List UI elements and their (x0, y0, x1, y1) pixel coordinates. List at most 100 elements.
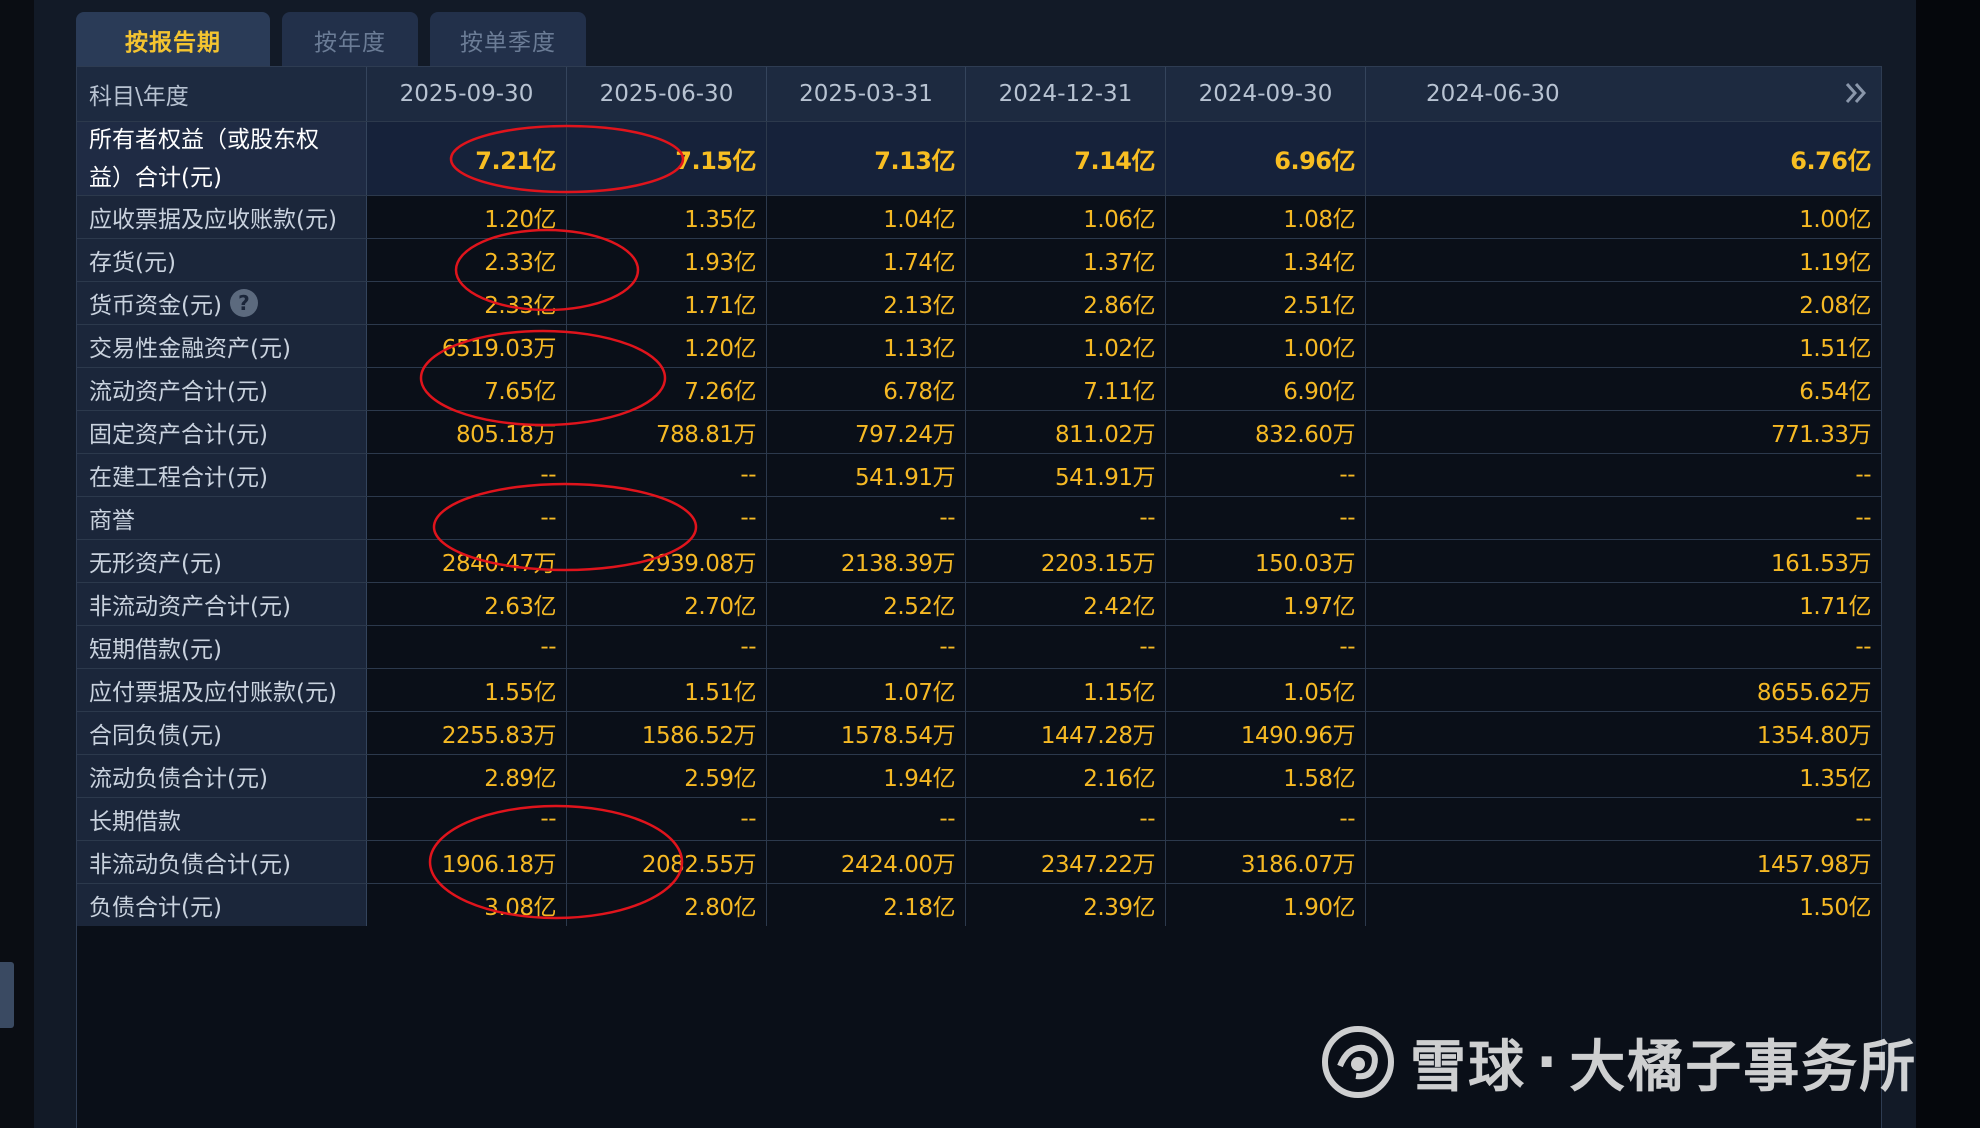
table-cell-value: -- (567, 454, 767, 496)
row-label-text: 应付票据及应付账款(元) (89, 680, 337, 706)
table-row: 非流动资产合计(元) 2.63亿 2.70亿 2.52亿 2.42亿 1.97亿 1.71亿 (77, 582, 1881, 625)
row-label[interactable]: 固定资产合计(元) (77, 411, 367, 453)
table-cell-value: 2347.22万 (966, 841, 1166, 883)
left-scroll-marker[interactable] (0, 962, 14, 1028)
table-cell-value: 2.39亿 (966, 884, 1166, 926)
row-label[interactable]: 货币资金(元)? (77, 282, 367, 324)
table-cell-value: -- (1166, 798, 1366, 840)
table-row: 合同负债(元) 2255.83万 1586.52万 1578.54万 1447.28万 1… (77, 711, 1881, 754)
row-label-text: 流动负债合计(元) (89, 766, 268, 792)
table-cell-value: 6.90亿 (1166, 368, 1366, 410)
row-label[interactable]: 交易性金融资产(元) (77, 325, 367, 367)
table-row: 存货(元) 2.33亿 1.93亿 1.74亿 1.37亿 1.34亿 1.19亿 (77, 238, 1881, 281)
table-cell-value: 1.19亿 (1799, 250, 1871, 276)
double-chevron-right-icon[interactable] (1841, 79, 1869, 107)
table-cell-value: 1.00亿 (1799, 207, 1871, 233)
row-label-text: 在建工程合计(元) (89, 465, 268, 491)
row-label-text: 存货(元) (89, 250, 176, 276)
table-cell-value: 8655.62万 (1756, 680, 1872, 706)
table-cell-value: 1447.28万 (966, 712, 1166, 754)
table-cell-value: 2939.08万 (567, 540, 767, 582)
row-label-text: 合同负债(元) (89, 723, 222, 749)
row-label[interactable]: 短期借款(元) (77, 626, 367, 668)
snowball-watermark: 雪球 · 大橘子事务所 (1320, 1022, 1917, 1102)
table-cell-value: 1.20亿 (367, 196, 567, 238)
header-date[interactable]: 2024-09-30 (1166, 67, 1366, 121)
table-cell-value: 1.13亿 (767, 325, 966, 367)
table-row: 应收票据及应收账款(元) 1.20亿 1.35亿 1.04亿 1.06亿 1.08亿 1.0… (77, 195, 1881, 238)
table-cell-value: 1.58亿 (1166, 755, 1366, 797)
table-cell-value: 7.14亿 (966, 122, 1166, 195)
table-cell-value: 1.37亿 (966, 239, 1166, 281)
table-cell-value: -- (966, 798, 1166, 840)
table-cell-value: -- (1166, 497, 1366, 539)
table-cell-value: 7.26亿 (567, 368, 767, 410)
table-cell-value: 1.02亿 (966, 325, 1166, 367)
row-label[interactable]: 非流动负债合计(元) (77, 841, 367, 883)
tab-by-quarter[interactable]: 按单季度 (430, 12, 586, 68)
table-cell-value: 2255.83万 (367, 712, 567, 754)
header-date[interactable]: 2025-06-30 (567, 67, 767, 121)
row-label[interactable]: 无形资产(元) (77, 540, 367, 582)
table-cell-value: 6.78亿 (767, 368, 966, 410)
table-cell-value: 1.35亿 (1799, 766, 1871, 792)
table-cell-value: -- (767, 497, 966, 539)
row-label[interactable]: 合同负债(元) (77, 712, 367, 754)
row-label-text: 非流动资产合计(元) (89, 594, 291, 620)
table-cell-value: 1.71亿 (1799, 594, 1871, 620)
snowball-logo-icon (1322, 1026, 1394, 1098)
row-label[interactable]: 流动资产合计(元) (77, 368, 367, 410)
table-cell-value: -- (367, 497, 567, 539)
table-cell-value: -- (1855, 634, 1871, 660)
table-cell-value: 7.11亿 (966, 368, 1166, 410)
table-cell-value: 2.86亿 (966, 282, 1166, 324)
table-cell-value: 1.34亿 (1166, 239, 1366, 281)
table-cell-value: 7.13亿 (767, 122, 966, 195)
table-row: 长期借款 -- -- -- -- -- -- (77, 797, 1881, 840)
table-cell-value: 3186.07万 (1166, 841, 1366, 883)
row-label-text: 固定资产合计(元) (89, 422, 268, 448)
row-label[interactable]: 应收票据及应收账款(元) (77, 196, 367, 238)
row-label[interactable]: 应付票据及应付账款(元) (77, 669, 367, 711)
table-cell-value: 2.59亿 (567, 755, 767, 797)
balance-sheet-table: 科目\年度 2025-09-30 2025-06-30 2025-03-31 2… (76, 66, 1882, 1128)
row-label[interactable]: 存货(元) (77, 239, 367, 281)
row-label[interactable]: 长期借款 (77, 798, 367, 840)
table-cell-value: 1.51亿 (1799, 336, 1871, 362)
table-cell-value: -- (567, 497, 767, 539)
tab-by-report-period[interactable]: 按报告期 (76, 12, 270, 68)
header-date[interactable]: 2025-03-31 (767, 67, 966, 121)
header-date[interactable]: 2025-09-30 (367, 67, 567, 121)
row-label[interactable]: 商誉 (77, 497, 367, 539)
table-row: 固定资产合计(元) 805.18万 788.81万 797.24万 811.02万 832… (77, 410, 1881, 453)
table-cell-value: 2424.00万 (767, 841, 966, 883)
table-cell-value: -- (367, 626, 567, 668)
watermark-separator: · (1536, 1029, 1560, 1095)
row-label[interactable]: 在建工程合计(元) (77, 454, 367, 496)
right-background-strip (1916, 0, 1980, 1128)
row-label-text: 负债合计(元) (89, 895, 222, 921)
table-cell-value: 2.63亿 (367, 583, 567, 625)
table-cell-value: 805.18万 (367, 411, 567, 453)
table-row: 无形资产(元) 2840.47万 2939.08万 2138.39万 2203.15万 1… (77, 539, 1881, 582)
table-cell-value: 2082.55万 (567, 841, 767, 883)
table-row: 所有者权益（或股东权益）合计(元) 7.21亿 7.15亿 7.13亿 7.14亿 6.9… (77, 121, 1881, 195)
table-cell-value: 1.74亿 (767, 239, 966, 281)
header-date[interactable]: 2024-06-30 (1366, 67, 1881, 121)
header-date[interactable]: 2024-12-31 (966, 67, 1166, 121)
question-circle-icon[interactable]: ? (229, 289, 258, 317)
table-cell-value: -- (567, 626, 767, 668)
table-cell-value: -- (1166, 454, 1366, 496)
row-label[interactable]: 非流动资产合计(元) (77, 583, 367, 625)
tab-by-year[interactable]: 按年度 (282, 12, 418, 68)
row-label-text: 无形资产(元) (89, 551, 222, 577)
table-cell-value: 2.33亿 (367, 282, 567, 324)
row-label[interactable]: 负债合计(元) (77, 884, 367, 926)
row-label[interactable]: 所有者权益（或股东权益）合计(元) (77, 122, 367, 195)
table-cell-value: 2.42亿 (966, 583, 1166, 625)
table-cell-value: 2840.47万 (367, 540, 567, 582)
row-label[interactable]: 流动负债合计(元) (77, 755, 367, 797)
table-cell-value: 797.24万 (767, 411, 966, 453)
watermark-brand: 雪球 (1410, 1034, 1526, 1100)
table-cell-value: 1906.18万 (367, 841, 567, 883)
